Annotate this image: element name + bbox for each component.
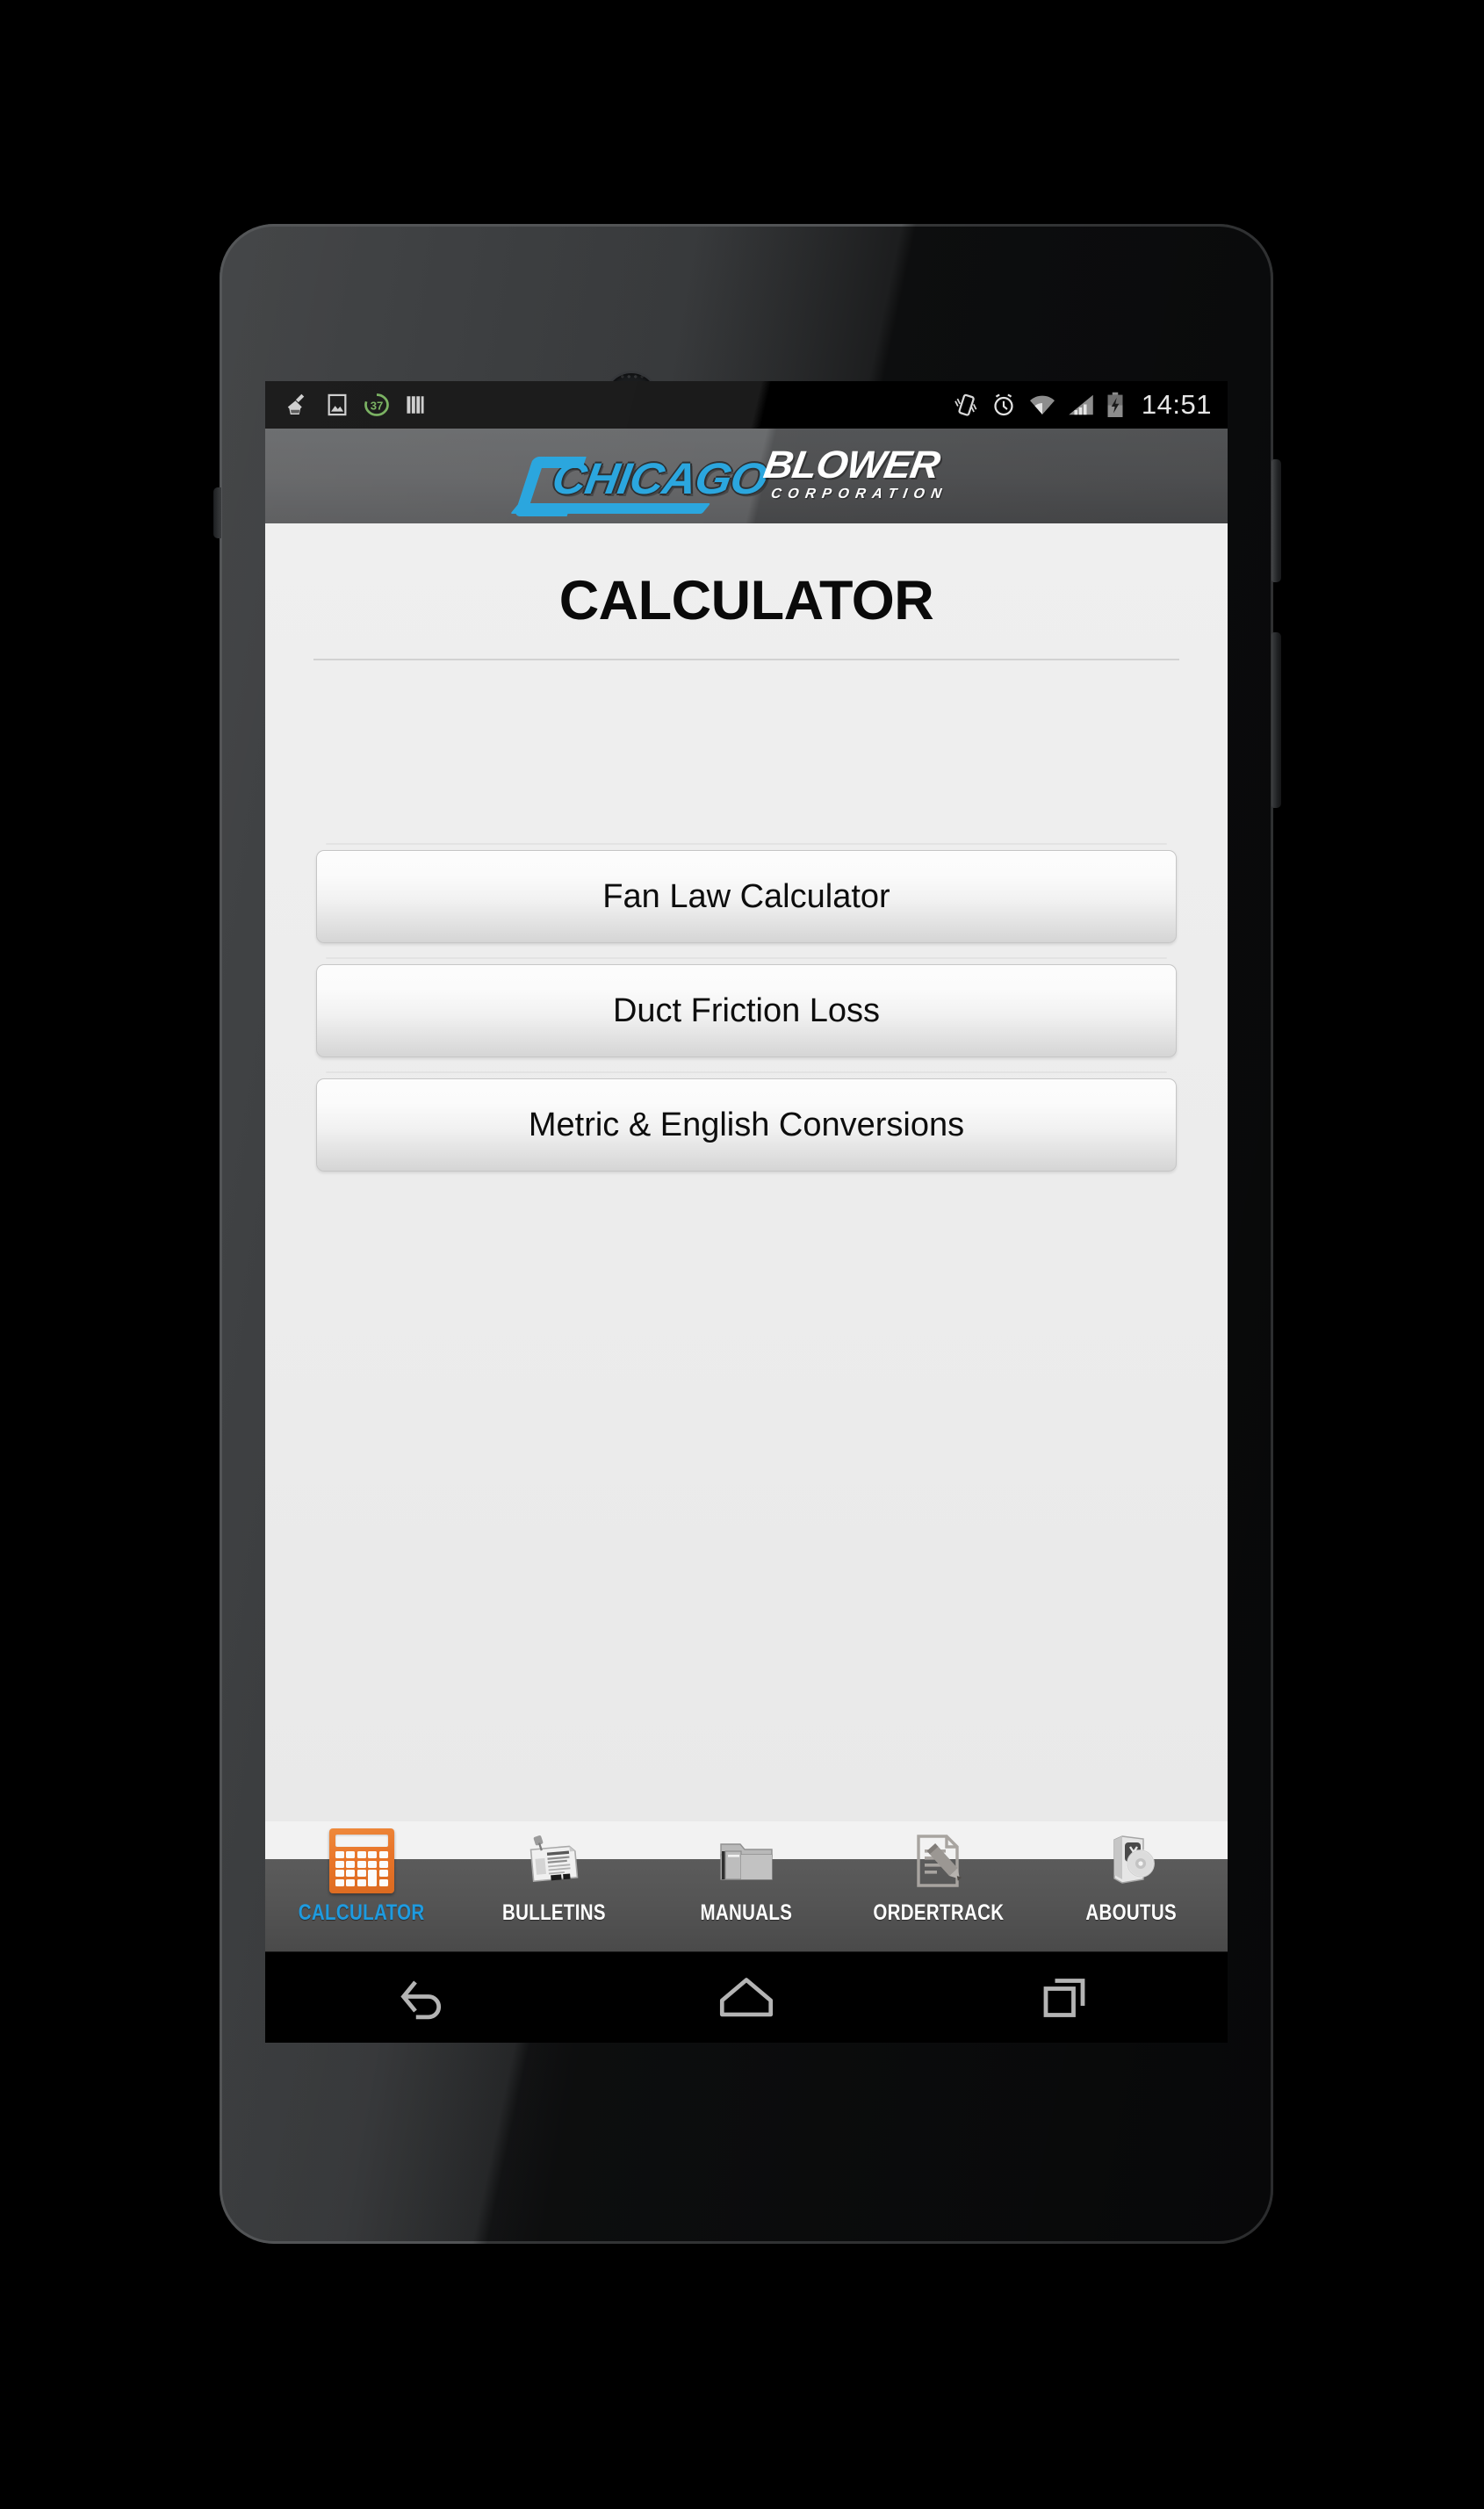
status-bar: 37 14:51 (265, 381, 1228, 429)
status-bar-right-icons: 14:51 (953, 389, 1228, 421)
logo-corporation-text: CORPORATION (770, 487, 950, 502)
bottom-tab-bar: CALCULATOR BULLETINS MANUALS ORDERTRACK … (265, 1821, 1228, 1951)
gallery-image-icon (325, 393, 349, 417)
content-area: CALCULATOR Fan Law Calculator Duct Frict… (265, 523, 1228, 1821)
tab-manuals[interactable]: MANUALS (650, 1821, 842, 1951)
cleaner-broom-icon (285, 392, 311, 418)
alarm-clock-icon (991, 392, 1017, 418)
volume-rocker-button[interactable] (1271, 632, 1281, 808)
home-icon[interactable] (685, 1972, 808, 2024)
recents-icon[interactable] (1005, 1972, 1128, 2024)
newspaper-icon (522, 1828, 587, 1893)
vibrate-icon (953, 392, 979, 418)
chicago-blower-logo: CHICAGO BLOWER CORPORATION (544, 443, 950, 506)
cellular-signal-icon (1068, 393, 1094, 417)
phone-device: 37 14:51 CHICAGO BLOWER CORPORATION CALC… (213, 224, 1281, 2244)
document-pencil-icon (906, 1828, 971, 1893)
title-divider (313, 659, 1179, 660)
tab-bulletins[interactable]: BULLETINS (457, 1821, 650, 1951)
logo-blower-text: BLOWER (760, 443, 943, 487)
tab-ordertrack[interactable]: ORDERTRACK (843, 1821, 1035, 1951)
book-stack-icon (404, 393, 427, 417)
status-bar-clock: 14:51 (1141, 389, 1212, 420)
logo-chicago-text: CHICAGO (534, 453, 776, 506)
svg-text:37: 37 (371, 400, 384, 413)
tab-label-manuals: MANUALS (700, 1900, 793, 1925)
tab-aboutus[interactable]: ABOUTUS (1035, 1821, 1228, 1951)
duct-friction-loss-button[interactable]: Duct Friction Loss (316, 957, 1177, 1057)
page-title: CALCULATOR (558, 570, 934, 631)
battery-charging-icon (1106, 392, 1125, 418)
tab-label-aboutus: ABOUTUS (1085, 1900, 1178, 1925)
phone-screen: 37 14:51 CHICAGO BLOWER CORPORATION CALC… (265, 381, 1228, 2043)
battery-saver-icon: 37 (364, 392, 390, 418)
android-navigation-bar (265, 1951, 1228, 2043)
calculator-icon (328, 1828, 394, 1893)
tab-calculator[interactable]: CALCULATOR (265, 1821, 457, 1951)
folder-icon (714, 1828, 779, 1893)
tab-label-calculator: CALCULATOR (298, 1900, 425, 1925)
wifi-icon (1028, 393, 1056, 417)
phone-top-bezel (220, 224, 1273, 424)
calculator-menu-list: Fan Law Calculator Duct Friction Loss Me… (265, 843, 1228, 1193)
tab-label-bulletins: BULLETINS (501, 1900, 606, 1925)
sim-tray[interactable] (213, 487, 221, 538)
back-arrow-icon[interactable] (364, 1972, 487, 2024)
fan-law-calculator-button[interactable]: Fan Law Calculator (316, 843, 1177, 943)
logo-blower-group: BLOWER CORPORATION (761, 443, 950, 506)
metric-english-conversions-button[interactable]: Metric & English Conversions (316, 1071, 1177, 1172)
tab-label-ordertrack: ORDERTRACK (873, 1900, 1005, 1925)
status-bar-left-icons: 37 (265, 392, 953, 418)
power-button[interactable] (1271, 459, 1281, 582)
software-box-cd-icon (1099, 1828, 1163, 1893)
app-header: CHICAGO BLOWER CORPORATION (265, 429, 1228, 523)
